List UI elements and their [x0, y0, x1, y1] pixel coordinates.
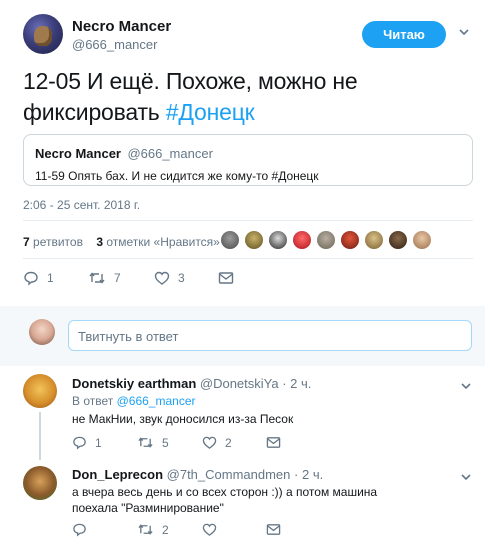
reply-time: · 2 ч.	[282, 376, 312, 391]
retweet-icon	[88, 270, 106, 286]
follow-button[interactable]: Читаю	[362, 21, 446, 48]
liker-avatar[interactable]	[365, 231, 383, 249]
like-button[interactable]: 3	[154, 270, 185, 286]
retweet-count: 5	[162, 435, 169, 450]
message-icon	[266, 522, 281, 537]
in-reply-to: В ответ @666_mancer	[72, 394, 195, 408]
reply-text: а вчера весь день и со всех сторон :)) а…	[72, 485, 378, 515]
tweet-hashtag[interactable]: #Донецк	[166, 99, 255, 125]
message-icon	[218, 270, 234, 286]
author-avatar[interactable]	[23, 14, 63, 54]
reply-icon	[72, 522, 87, 537]
like-count: 3	[178, 271, 185, 285]
liker-avatar[interactable]	[317, 231, 335, 249]
author-handle[interactable]: @666_mancer	[72, 37, 157, 52]
current-user-avatar	[29, 319, 55, 345]
quote-text: 11-59 Опять бах. И не сидится же кому-то…	[35, 169, 319, 183]
chevron-down-icon[interactable]	[461, 469, 471, 481]
retweet-button[interactable]: 7	[88, 270, 121, 286]
reply-author-handle: @DonetskiYa	[199, 376, 279, 391]
reply-button[interactable]: 1	[23, 270, 54, 286]
retweet-icon	[137, 435, 154, 450]
likes-label: отметки «Нравится»	[106, 235, 220, 249]
reply-button[interactable]: 1	[72, 435, 102, 450]
reply-author-name: Donetskiy earthman	[72, 376, 197, 391]
reply-tweet[interactable]: Donetskiy earthman @DonetskiYa · 2 ч. В …	[0, 366, 485, 461]
liker-avatar[interactable]	[389, 231, 407, 249]
engagement-stats: 7 ретвитов 3 отметки «Нравится»	[23, 235, 220, 249]
reply-compose-bar: Твитнуть в ответ	[0, 306, 485, 366]
chevron-down-icon[interactable]	[461, 378, 471, 390]
in-reply-prefix: В ответ	[72, 394, 117, 408]
retweet-icon	[137, 522, 154, 537]
reply-count: 1	[47, 271, 54, 285]
heart-icon	[154, 270, 170, 286]
retweet-button[interactable]: 5	[137, 435, 169, 450]
reply-author-avatar[interactable]	[23, 466, 57, 500]
quoted-tweet[interactable]: Necro Mancer @666_mancer 11-59 Опять бах…	[23, 134, 473, 186]
reply-author-handle: @7th_Commandmen	[166, 467, 291, 482]
like-button[interactable]: 2	[202, 435, 232, 450]
retweets-label: ретвитов	[33, 235, 83, 249]
reply-author-avatar[interactable]	[23, 374, 57, 408]
liker-avatar[interactable]	[269, 231, 287, 249]
message-button[interactable]	[218, 270, 234, 286]
reply-icon	[23, 270, 39, 286]
quote-author-handle: @666_mancer	[127, 146, 213, 161]
message-button[interactable]	[266, 435, 281, 450]
reply-button[interactable]	[72, 522, 95, 537]
quote-author-name: Necro Mancer	[35, 146, 121, 161]
liker-avatar[interactable]	[341, 231, 359, 249]
divider	[23, 258, 473, 259]
retweet-button[interactable]: 2	[137, 522, 169, 537]
reply-author[interactable]: Donetskiy earthman @DonetskiYa · 2 ч.	[72, 376, 311, 391]
thread-line	[39, 412, 41, 460]
liker-avatar[interactable]	[245, 231, 263, 249]
reply-count: 1	[95, 435, 102, 450]
retweet-count: 2	[162, 522, 169, 537]
reply-icon	[72, 435, 87, 450]
retweet-count: 7	[114, 271, 121, 285]
heart-icon	[202, 522, 217, 537]
likes-count: 3	[96, 235, 103, 249]
reply-time: · 2 ч.	[294, 467, 324, 482]
reply-author[interactable]: Don_Leprecon @7th_Commandmen · 2 ч.	[72, 467, 323, 482]
reply-input[interactable]: Твитнуть в ответ	[68, 320, 472, 351]
liker-avatar[interactable]	[413, 231, 431, 249]
like-button[interactable]	[202, 522, 225, 537]
in-reply-handle[interactable]: @666_mancer	[117, 394, 196, 408]
message-icon	[266, 435, 281, 450]
tweet-text: 12-05 И ещё. Похоже, можно не фиксироват…	[23, 66, 463, 128]
heart-icon	[202, 435, 217, 450]
liker-avatar[interactable]	[293, 231, 311, 249]
main-tweet: Necro Mancer @666_mancer Читаю 12-05 И е…	[0, 0, 485, 296]
liker-avatar[interactable]	[221, 231, 239, 249]
retweets-count: 7	[23, 235, 30, 249]
tweet-timestamp[interactable]: 2:06 - 25 сент. 2018 г.	[23, 198, 140, 212]
reply-text: не МакНии, звук доносился из-за Песок	[72, 412, 294, 426]
message-button[interactable]	[266, 522, 281, 537]
likes-stat[interactable]: 3 отметки «Нравится»	[96, 235, 220, 249]
like-count: 2	[225, 435, 232, 450]
reply-tweet[interactable]: Don_Leprecon @7th_Commandmen · 2 ч. а вч…	[0, 461, 485, 543]
reply-author-name: Don_Leprecon	[72, 467, 164, 482]
retweets-stat[interactable]: 7 ретвитов	[23, 235, 83, 249]
author-name[interactable]: Necro Mancer	[72, 18, 171, 35]
divider	[23, 220, 473, 221]
chevron-down-icon[interactable]	[459, 27, 469, 37]
